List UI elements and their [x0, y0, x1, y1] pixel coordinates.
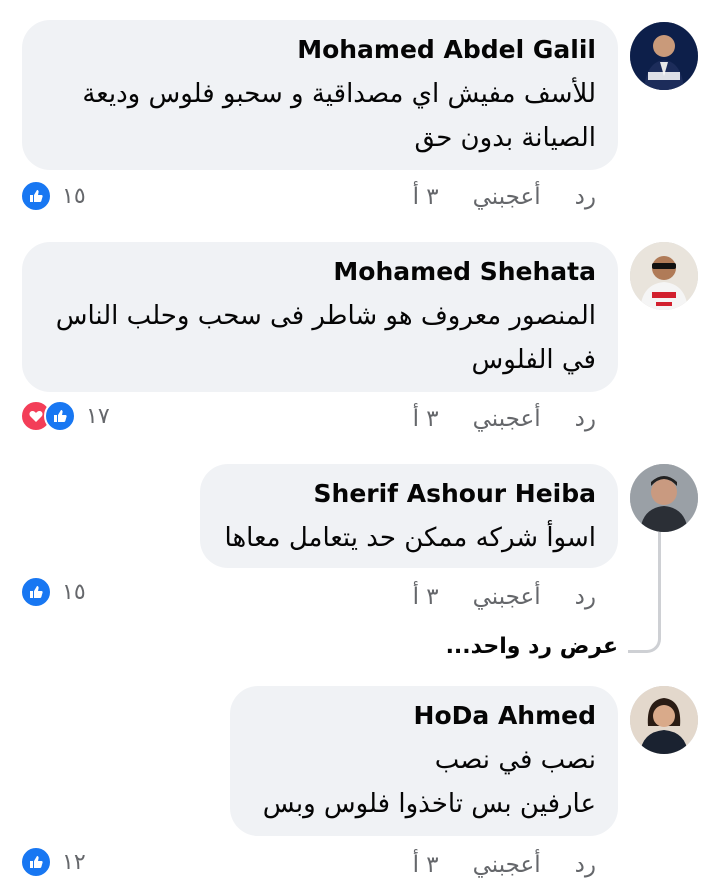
reply-button[interactable]: رد	[575, 406, 596, 432]
like-button[interactable]: أعجبني	[473, 406, 541, 432]
comment-bubble: Mohamed Abdel Galil للأسف مفيش اي مصداقي…	[22, 20, 618, 170]
comment-actions: ٣ أ أعجبني رد	[373, 184, 596, 210]
comment-bubble: Sherif Ashour Heiba اسوأ شركه ممكن حد يت…	[200, 464, 618, 568]
avatar[interactable]	[630, 464, 698, 532]
comment-text-line: اسوأ شركه ممكن حد يتعامل معاها	[224, 523, 596, 553]
timestamp[interactable]: ٣ أ	[413, 184, 439, 210]
reply-button[interactable]: رد	[575, 184, 596, 210]
like-icon	[20, 180, 52, 212]
reaction-count: ١٥	[62, 579, 86, 605]
reply-button[interactable]: رد	[575, 852, 596, 878]
like-button[interactable]: أعجبني	[473, 852, 541, 878]
reaction-count: ١٢	[62, 849, 86, 875]
thread-connector	[628, 532, 661, 653]
comment-actions: ٣ أ أعجبني رد	[373, 584, 596, 610]
avatar[interactable]	[630, 242, 698, 310]
avatar[interactable]	[630, 22, 698, 90]
like-icon	[44, 400, 76, 432]
reaction-summary[interactable]: ١٥	[20, 180, 86, 212]
author-name[interactable]: HoDa Ahmed	[252, 700, 596, 732]
like-icon	[20, 576, 52, 608]
comment-actions: ٣ أ أعجبني رد	[373, 852, 596, 878]
comment-text-line: عارفين بس تاخذوا فلوس وبس	[262, 789, 596, 819]
comment-text-line: للأسف مفيش اي مصداقية و سحبو فلوس وديعة	[82, 79, 596, 109]
comment-bubble: HoDa Ahmed نصب في نصب عارفين بس تاخذوا ف…	[230, 686, 618, 836]
reaction-summary[interactable]: ١٥	[20, 576, 86, 608]
timestamp[interactable]: ٣ أ	[413, 406, 439, 432]
like-button[interactable]: أعجبني	[473, 584, 541, 610]
comment-bubble: Mohamed Shehata المنصور معروف هو شاطر فى…	[22, 242, 618, 392]
reaction-count: ١٥	[62, 183, 86, 209]
avatar[interactable]	[630, 686, 698, 754]
author-name[interactable]: Mohamed Abdel Galil	[44, 34, 596, 66]
comment-text-line: المنصور معروف هو شاطر فى سحب وحلب الناس	[55, 301, 596, 331]
view-replies-link[interactable]: عرض رد واحد...	[446, 634, 618, 659]
author-name[interactable]: Sherif Ashour Heiba	[222, 478, 596, 510]
reply-button[interactable]: رد	[575, 584, 596, 610]
timestamp[interactable]: ٣ أ	[413, 584, 439, 610]
like-button[interactable]: أعجبني	[473, 184, 541, 210]
author-name[interactable]: Mohamed Shehata	[44, 256, 596, 288]
reaction-summary[interactable]: ١٧	[20, 400, 110, 432]
comment-text-line: في الفلوس	[471, 345, 596, 375]
comment-text-line: نصب في نصب	[434, 745, 596, 775]
like-icon	[20, 846, 52, 878]
reaction-count: ١٧	[86, 403, 110, 429]
comment-actions: ٣ أ أعجبني رد	[373, 406, 596, 432]
comment-text-line: الصيانة بدون حق	[414, 123, 596, 153]
reaction-summary[interactable]: ١٢	[20, 846, 86, 878]
timestamp[interactable]: ٣ أ	[413, 852, 439, 878]
